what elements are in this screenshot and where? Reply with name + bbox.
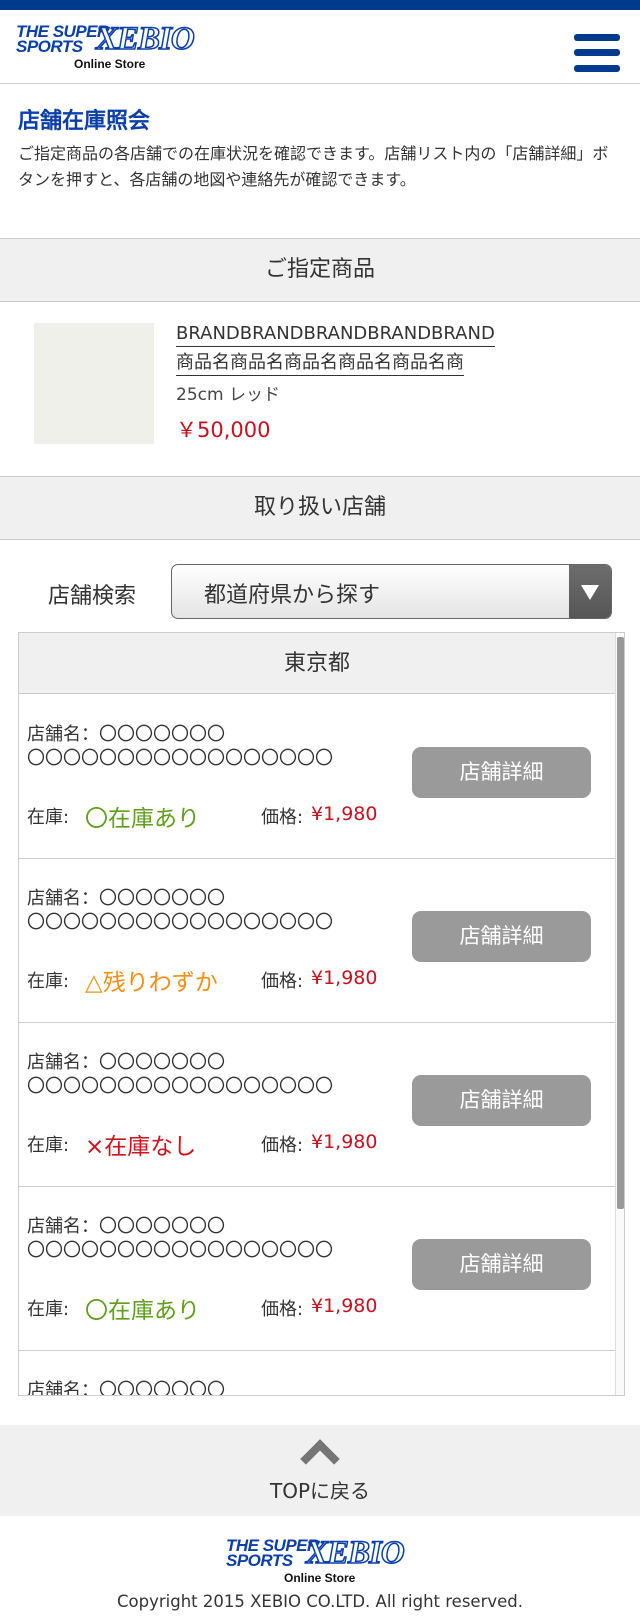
- hamburger-menu-icon[interactable]: [574, 34, 620, 72]
- store-price: ¥1,980: [311, 1295, 378, 1317]
- prefecture-select[interactable]: 都道府県から探す: [171, 564, 612, 619]
- product-brand-link[interactable]: BRANDBRANDBRANDBRANDBRAND: [176, 322, 495, 347]
- stores-section-heading: 取り扱い店舗: [0, 476, 640, 540]
- logo-xebio: XEBIO: [95, 21, 195, 57]
- store-name: 店舗名：〇〇〇〇〇〇〇 〇〇〇〇〇〇〇〇〇〇〇〇〇〇〇〇〇: [27, 1052, 333, 1097]
- store-item: 店舗名：〇〇〇〇〇〇〇 〇〇〇〇〇〇〇〇〇〇〇〇〇〇〇〇〇 店舗詳細 在庫: 〇…: [19, 1187, 615, 1351]
- store-price: ¥1,980: [311, 803, 378, 825]
- product-image[interactable]: [34, 323, 154, 444]
- store-name: 店舗名：〇〇〇〇〇〇〇 〇〇〇〇〇〇〇〇〇〇〇〇〇〇〇〇〇: [27, 888, 333, 933]
- footer-xebio-logo[interactable]: THE SUPER SPORTS XEBIO Online Store: [226, 1535, 416, 1588]
- intro-section: 店舗在庫照会 ご指定商品の各店舗での在庫状況を確認できます。店舗リスト内の「店舗…: [0, 85, 640, 238]
- product-name-link[interactable]: 商品名商品名商品名商品名商品名商: [176, 351, 464, 376]
- price-label: 価格:: [261, 1135, 304, 1156]
- chevron-up-icon: [300, 1439, 340, 1479]
- logo-online-store: Online Store: [284, 1571, 356, 1585]
- copyright-text: Copyright 2015 XEBIO CO.LTD. All right r…: [117, 1592, 523, 1611]
- top-accent-bar: [0, 0, 640, 10]
- back-to-top-button[interactable]: TOPに戻る: [0, 1425, 640, 1516]
- stock-status: ×在庫なし: [85, 1134, 197, 1160]
- store-list-scrollbar[interactable]: [615, 633, 624, 1395]
- scrollbar-thumb[interactable]: [617, 637, 624, 1209]
- store-detail-button[interactable]: 店舗詳細: [412, 911, 591, 962]
- back-to-top-label: TOPに戻る: [269, 1479, 371, 1503]
- stock-status: 〇在庫あり: [85, 1298, 200, 1324]
- stock-status: 〇在庫あり: [85, 806, 200, 832]
- store-search-label: 店舗検索: [48, 584, 137, 609]
- store-price: ¥1,980: [311, 967, 378, 989]
- store-detail-button[interactable]: 店舗詳細: [412, 1075, 591, 1126]
- price-label: 価格:: [261, 807, 304, 828]
- logo-super-sports: THE SUPER SPORTS: [226, 1536, 319, 1570]
- xebio-logo[interactable]: THE SUPER SPORTS XEBIO Online Store: [16, 21, 206, 74]
- store-detail-button[interactable]: 店舗詳細: [412, 747, 591, 798]
- prefecture-heading: 東京都: [19, 633, 615, 694]
- logo-super-sports: THE SUPER SPORTS: [16, 22, 109, 56]
- store-name: 店舗名：〇〇〇〇〇〇〇 〇〇〇〇〇〇〇〇〇〇〇〇〇〇〇〇〇: [27, 1216, 333, 1261]
- stock-label: 在庫:: [27, 971, 70, 992]
- store-item: 店舗名：〇〇〇〇〇〇〇 〇〇〇〇〇〇〇〇〇〇〇〇〇〇〇〇〇 店舗詳細 在庫: ×…: [19, 1023, 615, 1187]
- store-name: 店舗名：〇〇〇〇〇〇〇: [27, 1380, 225, 1396]
- intro-description: ご指定商品の各店舗での在庫状況を確認できます。店舗リスト内の「店舗詳細」ボタンを…: [18, 144, 609, 189]
- product-variant: 25cm レッド: [176, 385, 280, 405]
- store-name: 店舗名：〇〇〇〇〇〇〇 〇〇〇〇〇〇〇〇〇〇〇〇〇〇〇〇〇: [27, 724, 333, 769]
- logo-online-store: Online Store: [74, 57, 146, 71]
- store-item: 店舗名：〇〇〇〇〇〇〇 〇〇〇〇〇〇〇〇〇〇〇〇〇〇〇〇〇 店舗詳細 在庫: 〇…: [19, 695, 615, 859]
- dropdown-arrow-icon[interactable]: [569, 565, 611, 618]
- logo-xebio: XEBIO: [305, 1535, 405, 1571]
- prefecture-select-value: 都道府県から探す: [204, 583, 381, 608]
- price-label: 価格:: [261, 1299, 304, 1320]
- page-title: 店舗在庫照会: [18, 109, 151, 134]
- store-list: 店舗名：〇〇〇〇〇〇〇 〇〇〇〇〇〇〇〇〇〇〇〇〇〇〇〇〇 店舗詳細 在庫: 〇…: [19, 695, 615, 1396]
- store-list-panel[interactable]: 東京都 店舗名：〇〇〇〇〇〇〇 〇〇〇〇〇〇〇〇〇〇〇〇〇〇〇〇〇 店舗詳細 在…: [18, 632, 625, 1396]
- stock-label: 在庫:: [27, 807, 70, 828]
- store-price: ¥1,980: [311, 1131, 378, 1153]
- store-item: 店舗名：〇〇〇〇〇〇〇: [19, 1351, 615, 1396]
- price-label: 価格:: [261, 971, 304, 992]
- stock-status: △残りわずか: [85, 970, 218, 996]
- product-price: ￥50,000: [176, 418, 271, 442]
- product-card: BRANDBRANDBRANDBRANDBRAND 商品名商品名商品名商品名商品…: [0, 302, 640, 476]
- store-detail-button[interactable]: 店舗詳細: [412, 1239, 591, 1290]
- product-section-heading: ご指定商品: [0, 238, 640, 302]
- stock-label: 在庫:: [27, 1135, 70, 1156]
- stock-label: 在庫:: [27, 1299, 70, 1320]
- store-item: 店舗名：〇〇〇〇〇〇〇 〇〇〇〇〇〇〇〇〇〇〇〇〇〇〇〇〇 店舗詳細 在庫: △…: [19, 859, 615, 1023]
- site-header: THE SUPER SPORTS XEBIO Online Store: [0, 10, 640, 84]
